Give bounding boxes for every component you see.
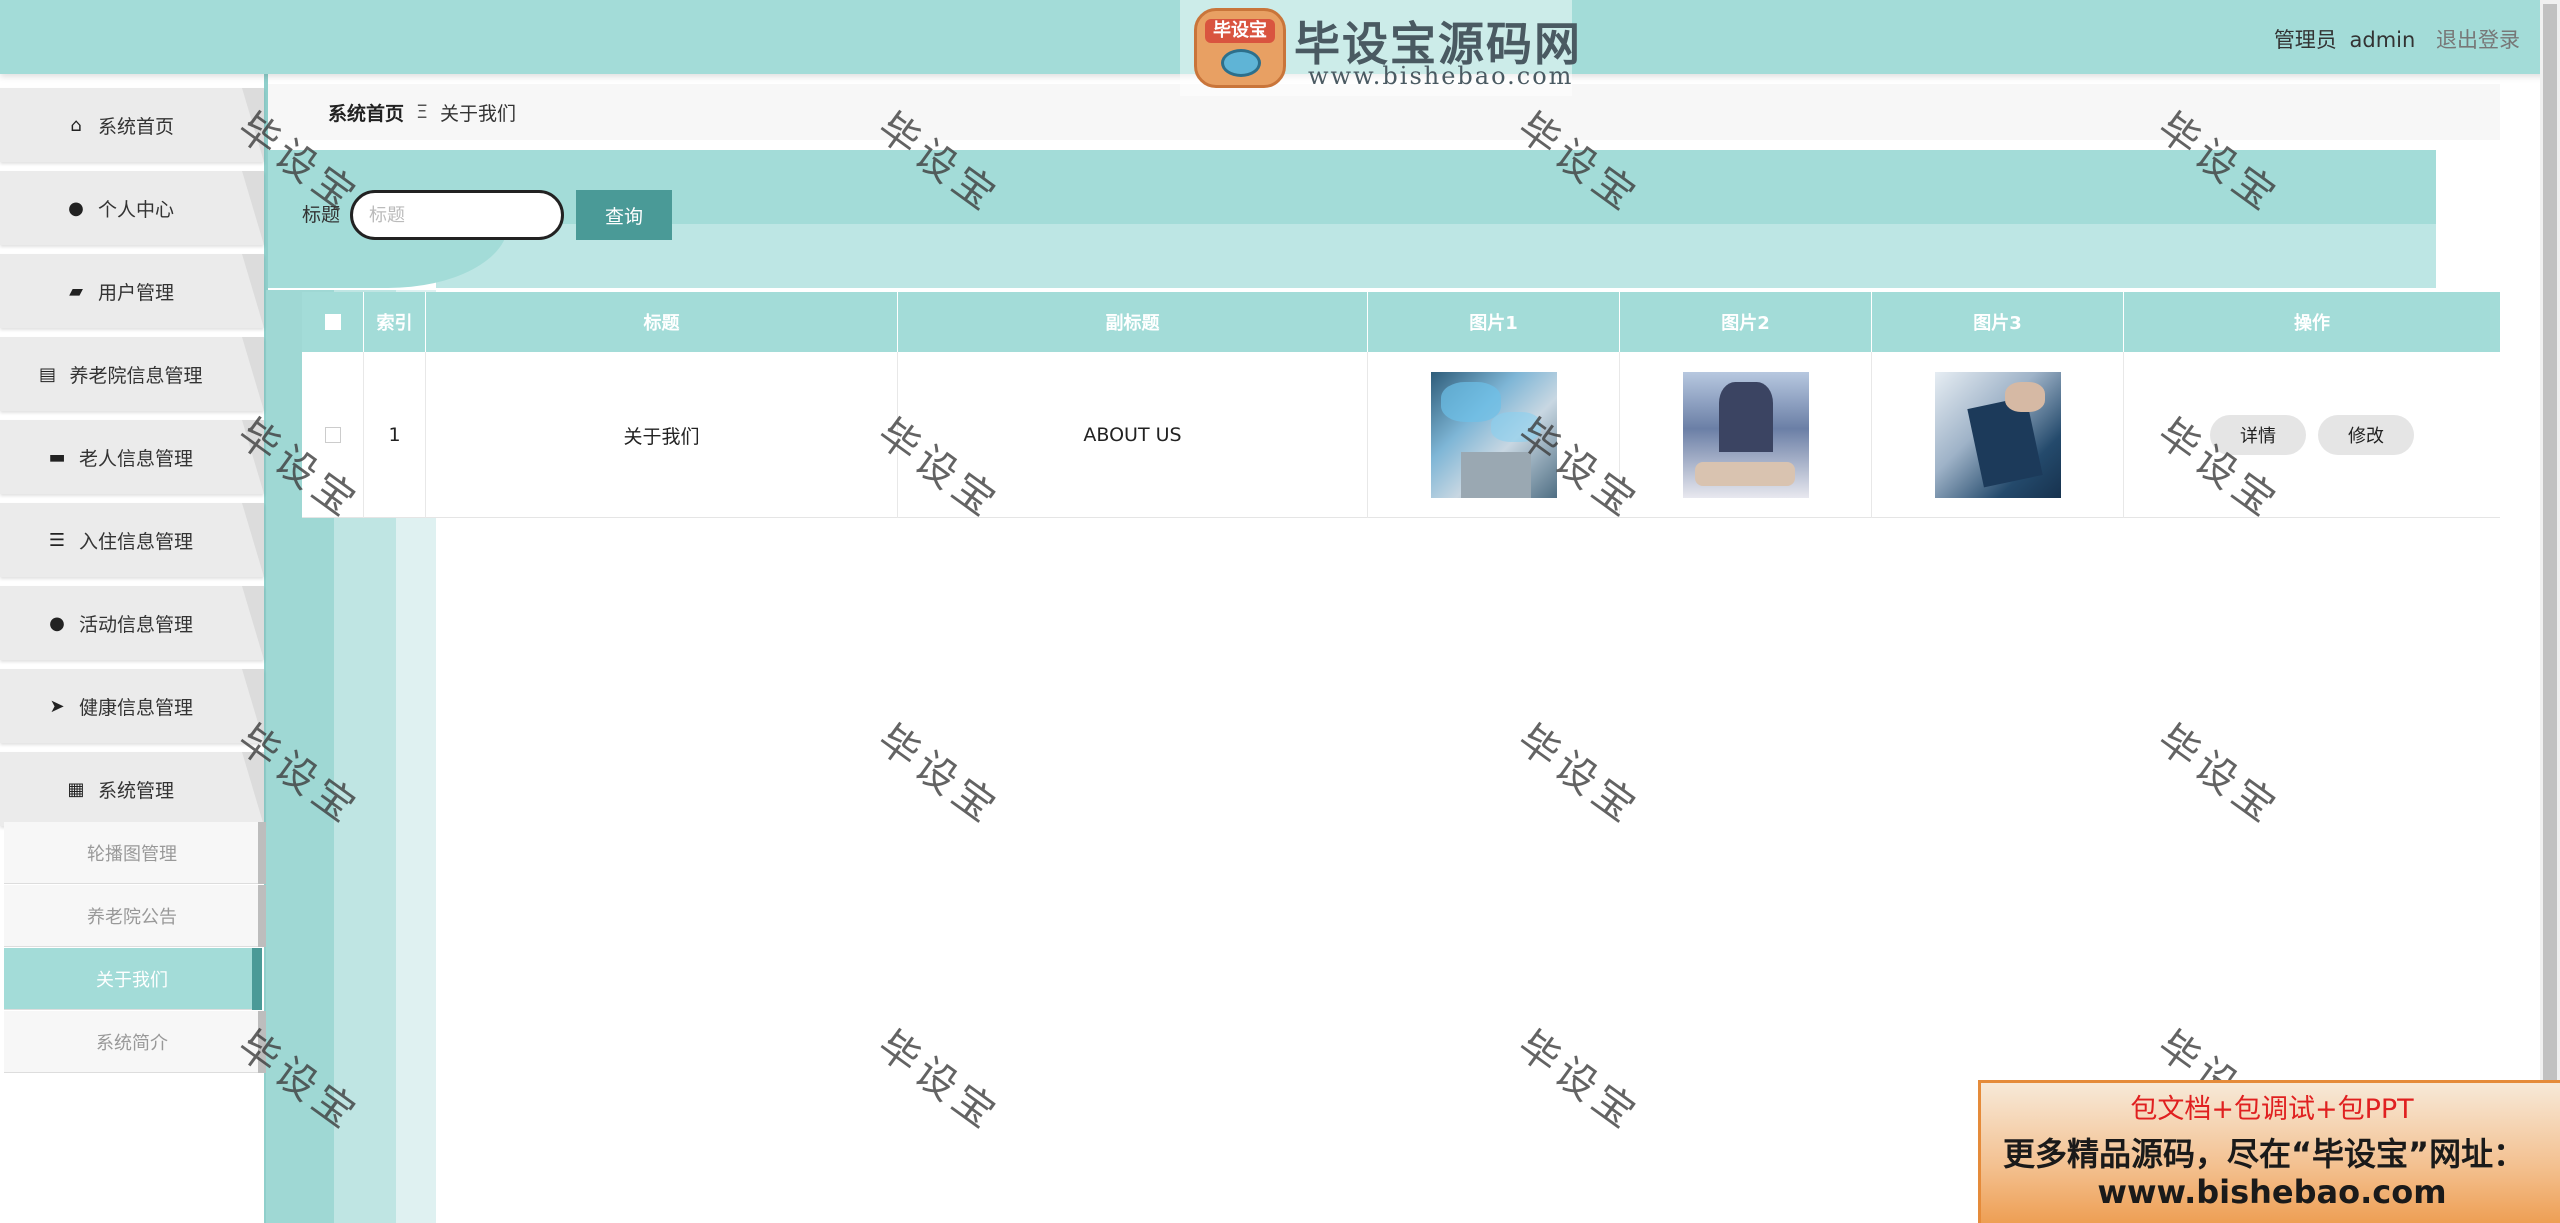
sidebar-item-users[interactable]: ▰ 用户管理 [0, 254, 264, 328]
briefcase-icon: ▤ [38, 363, 56, 385]
watermark: 毕设宝 [869, 1022, 1008, 1141]
select-all-cell [302, 292, 364, 352]
column-header-index: 索引 [364, 292, 426, 352]
sidebar-item-activities[interactable]: ● 活动信息管理 [0, 586, 264, 660]
submenu-indicator [258, 1011, 266, 1073]
row-select-cell [302, 352, 364, 518]
send-icon: ➤ [49, 695, 65, 717]
scrollbar-thumb[interactable] [2543, 4, 2557, 1080]
sidebar-item-label: 用户管理 [97, 281, 174, 304]
watermark: 毕设宝 [869, 716, 1008, 835]
image1-thumbnail[interactable] [1430, 372, 1557, 498]
sidebar-item-nursing-home[interactable]: ▤ 养老院信息管理 [0, 337, 264, 411]
submenu-item-intro[interactable]: 系统简介 [4, 1011, 266, 1073]
cell-title: 关于我们 [426, 352, 898, 518]
row-checkbox[interactable] [324, 427, 341, 443]
submenu-item-about[interactable]: 关于我们 [4, 948, 262, 1010]
search-button[interactable]: 查询 [576, 190, 672, 240]
username: admin [2349, 28, 2416, 52]
search-band-lower [436, 224, 2436, 288]
search-label: 标题 [302, 204, 341, 226]
image2-thumbnail[interactable] [1682, 372, 1809, 498]
column-header-image3: 图片3 [1872, 292, 2124, 352]
site-logo: 毕设宝 毕设宝源码网 www.bishebao.com [1180, 0, 1580, 96]
sidebar: ⌂ 系统首页 ● 个人中心 ▰ 用户管理 ▤ 养老院信息管理 ▬ 老人信息管理 ☰ 入住信息… [0, 84, 268, 1223]
logo-badge-text: 毕设宝 [1205, 19, 1275, 43]
cell-image1 [1368, 352, 1620, 518]
home-icon: ⌂ [70, 114, 82, 136]
column-header-image1: 图片1 [1368, 292, 1620, 352]
sidebar-item-label: 入住信息管理 [78, 530, 193, 553]
submenu-item-label: 养老院公告 [87, 906, 177, 928]
submenu-item-label: 系统简介 [96, 1032, 168, 1054]
ad-line-url: www.bishebao.com [2097, 1173, 2447, 1211]
user-role-label: 管理员 [2273, 28, 2337, 52]
column-header-image2: 图片2 [1620, 292, 1872, 352]
list-icon: ☰ [48, 529, 66, 551]
sidebar-item-label: 个人中心 [97, 198, 174, 221]
watermark: 毕设宝 [2149, 716, 2288, 835]
column-header-title: 标题 [426, 292, 898, 352]
select-all-checkbox[interactable] [324, 314, 341, 330]
ad-line-promo: 更多精品源码，尽在“毕设宝”网址： [2003, 1135, 2526, 1173]
sidebar-item-label: 系统首页 [97, 115, 174, 138]
column-header-subtitle: 副标题 [898, 292, 1368, 352]
watermark: 毕设宝 [1509, 1022, 1648, 1141]
image3-thumbnail[interactable] [1934, 372, 2061, 498]
table-header: 索引 标题 副标题 图片1 图片2 图片3 操作 [302, 292, 2500, 352]
edit-button[interactable]: 修改 [2318, 415, 2414, 455]
book-icon: ▬ [48, 446, 66, 468]
person-icon: ● [49, 612, 65, 634]
breadcrumb-separator-icon: Ξ [416, 101, 429, 123]
breadcrumb-current: 关于我们 [440, 102, 517, 125]
sidebar-item-label: 健康信息管理 [78, 696, 193, 719]
user-area: 管理员 admin 退出登录 [2274, 24, 2520, 54]
wallet-icon: ▰ [69, 280, 83, 302]
cell-subtitle: ABOUT US [898, 352, 1368, 518]
cell-index: 1 [364, 352, 426, 518]
cell-image2 [1620, 352, 1872, 518]
sidebar-item-elderly[interactable]: ▬ 老人信息管理 [0, 420, 264, 494]
cell-actions: 详情 修改 [2124, 352, 2500, 518]
data-table: 索引 标题 副标题 图片1 图片2 图片3 操作 1 关于我们 ABOUT US… [302, 292, 2500, 518]
logo-badge-icon: 毕设宝 [1194, 8, 1286, 88]
submenu-indicator [258, 885, 266, 947]
watermark: 毕设宝 [1509, 716, 1648, 835]
page-scrollbar[interactable] [2540, 0, 2560, 1223]
table-row: 1 关于我们 ABOUT US 详情 修改 [302, 352, 2500, 518]
sidebar-item-profile[interactable]: ● 个人中心 [0, 171, 264, 245]
grid-icon: ▦ [67, 778, 85, 800]
sidebar-item-system[interactable]: ▦ 系统管理 [0, 752, 264, 826]
detail-button[interactable]: 详情 [2210, 415, 2306, 455]
column-header-actions: 操作 [2294, 313, 2330, 334]
ad-line-services: 包文档+包调试+包PPT [2130, 1094, 2414, 1125]
submenu-item-carousel[interactable]: 轮播图管理 [4, 822, 266, 884]
sidebar-item-health[interactable]: ➤ 健康信息管理 [0, 669, 264, 743]
sidebar-item-label: 养老院信息管理 [69, 364, 203, 387]
sidebar-item-home[interactable]: ⌂ 系统首页 [0, 88, 264, 162]
breadcrumb-home[interactable]: 系统首页 [328, 99, 404, 126]
sidebar-item-label: 老人信息管理 [78, 447, 193, 470]
logo-url: www.bishebao.com [1308, 62, 1574, 90]
submenu-item-label: 关于我们 [96, 969, 168, 991]
logout-link[interactable]: 退出登录 [2436, 28, 2520, 52]
submenu-item-label: 轮播图管理 [87, 843, 177, 865]
title-search-input[interactable] [350, 190, 564, 240]
submenu-indicator [258, 822, 266, 884]
sidebar-item-checkin[interactable]: ☰ 入住信息管理 [0, 503, 264, 577]
logo-face-icon [1221, 49, 1261, 77]
sidebar-item-label: 活动信息管理 [78, 613, 193, 636]
cell-image3 [1872, 352, 2124, 518]
user-icon: ● [68, 197, 84, 219]
ad-banner[interactable]: 包文档+包调试+包PPT 更多精品源码，尽在“毕设宝”网址： www.bishe… [1978, 1080, 2560, 1223]
sidebar-item-label: 系统管理 [97, 779, 174, 802]
submenu-item-notice[interactable]: 养老院公告 [4, 885, 266, 947]
